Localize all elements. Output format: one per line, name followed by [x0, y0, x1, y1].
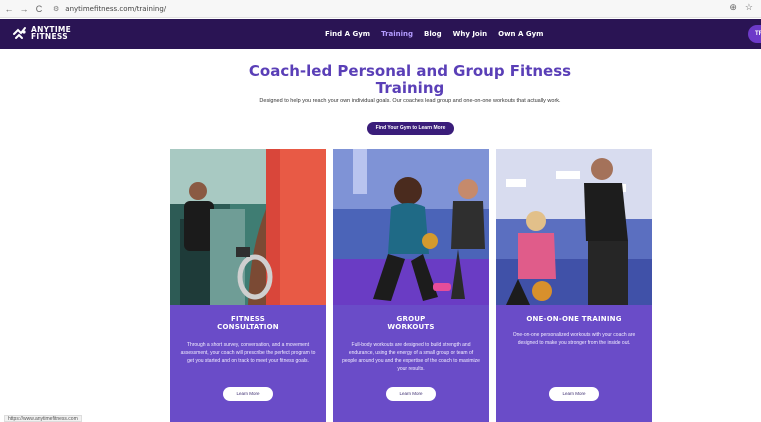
- running-man-logo-icon: [13, 27, 26, 39]
- page-subtitle: Designed to help you reach your own indi…: [259, 98, 561, 104]
- site-settings-icon[interactable]: ⚙: [53, 5, 59, 13]
- card-one-on-one-training: ONE-ON-ONE TRAINING One-on-one personali…: [496, 149, 652, 422]
- card-description: Full-body workouts are designed to build…: [342, 342, 480, 372]
- card-description: Through a short survey, conversation, an…: [180, 342, 316, 364]
- page-title-line1: Coach-led Personal and Group Fitness: [248, 62, 572, 80]
- site-header: ANYTIME FITNESS Find A Gym Training Blog…: [0, 19, 761, 49]
- address-bar[interactable]: ⚙ anytimefitness.com/training/: [53, 2, 166, 15]
- nav-blog[interactable]: Blog: [424, 30, 442, 38]
- header-cta-button[interactable]: TR: [748, 25, 761, 43]
- learn-more-button[interactable]: Learn More: [223, 387, 273, 401]
- anytime-fitness-logo[interactable]: ANYTIME FITNESS: [12, 25, 71, 41]
- forward-arrow-icon[interactable]: →: [18, 4, 30, 14]
- card-title: FITNESS CONSULTATION: [217, 315, 279, 331]
- card-description: One-on-one personalized workouts with yo…: [512, 332, 636, 346]
- page-title-line2: Training: [375, 79, 445, 97]
- card-title: GROUP WORKOUTS: [387, 315, 435, 331]
- nav-find-a-gym[interactable]: Find A Gym: [325, 30, 370, 38]
- learn-more-button[interactable]: Learn More: [386, 387, 436, 401]
- learn-more-button[interactable]: Learn More: [549, 387, 599, 401]
- fitness-consultation-photo: [170, 149, 326, 305]
- reload-icon[interactable]: C: [33, 4, 45, 14]
- page-title: Coach-led Personal and Group Fitness Tra…: [200, 63, 620, 97]
- one-on-one-training-photo: [496, 149, 652, 305]
- card-title: ONE-ON-ONE TRAINING: [526, 315, 622, 323]
- nav-why-join[interactable]: Why Join: [453, 30, 488, 38]
- card-fitness-consultation: FITNESS CONSULTATION Through a short sur…: [170, 149, 326, 422]
- nav-own-a-gym[interactable]: Own A Gym: [498, 30, 543, 38]
- browser-toolbar: ← → C ⚙ anytimefitness.com/training/ ⊕ ☆: [0, 0, 761, 18]
- zoom-icon[interactable]: ⊕: [729, 2, 737, 13]
- find-gym-button[interactable]: Find Your Gym to Learn More: [367, 122, 454, 135]
- status-bar-url: https://www.anytimefitness.com: [4, 415, 82, 422]
- group-workouts-photo: [333, 149, 489, 305]
- card-group-workouts: GROUP WORKOUTS Full-body workouts are de…: [333, 149, 489, 422]
- bookmark-star-icon[interactable]: ☆: [745, 2, 753, 13]
- logo-text-fitness: FITNESS: [31, 32, 68, 41]
- main-nav: Find A Gym Training Blog Why Join Own A …: [325, 30, 543, 38]
- nav-training[interactable]: Training: [381, 30, 413, 38]
- address-bar-url: anytimefitness.com/training/: [65, 4, 167, 13]
- back-arrow-icon[interactable]: ←: [3, 4, 15, 14]
